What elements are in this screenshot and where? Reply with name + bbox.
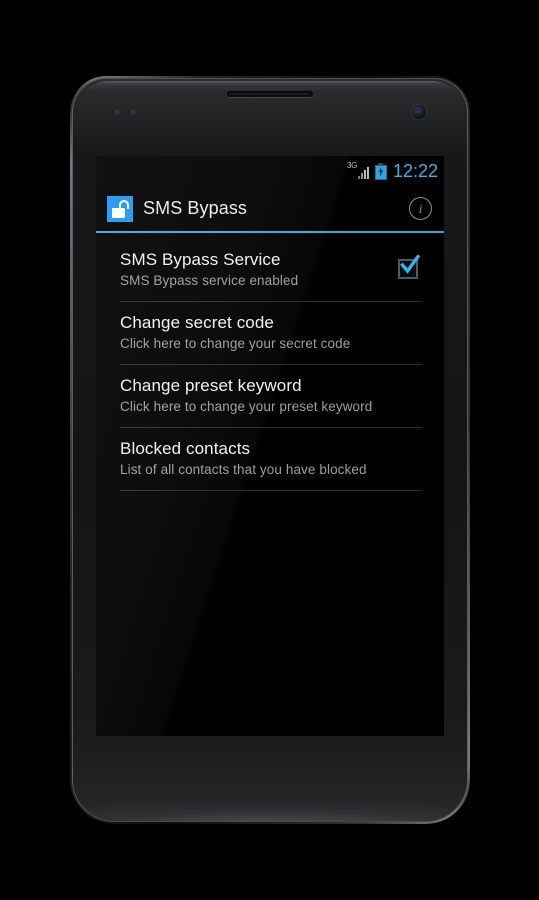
list-item-subtitle: Click here to change your secret code	[120, 336, 351, 351]
list-item-texts: SMS Bypass Service SMS Bypass service en…	[120, 249, 386, 290]
list-item-texts: Change secret code Click here to change …	[120, 312, 430, 353]
front-camera-icon	[412, 105, 426, 119]
phone-bottom-highlight	[74, 781, 466, 821]
list-divider	[120, 490, 422, 491]
list-item-title: SMS Bypass Service	[120, 250, 281, 269]
phone-bottom-bezel	[73, 736, 467, 821]
status-bar: 3G 12:22	[96, 156, 444, 186]
list-item[interactable]: SMS Bypass Service SMS Bypass service en…	[96, 239, 444, 301]
list-item-title: Blocked contacts	[120, 439, 251, 458]
proximity-sensor-icon	[114, 109, 142, 117]
list-item-subtitle: SMS Bypass service enabled	[120, 273, 299, 288]
list-item[interactable]: Change preset keyword Click here to chan…	[96, 365, 444, 427]
list-item[interactable]: Change secret code Click here to change …	[96, 302, 444, 364]
signal-bars-icon: 3G	[347, 162, 369, 180]
app-title: SMS Bypass	[143, 198, 248, 218]
checkmark-icon	[400, 254, 420, 275]
status-bar-clock: 12:22	[392, 161, 438, 181]
list-item-texts: Change preset keyword Click here to chan…	[120, 375, 430, 416]
battery-charging-icon	[374, 162, 387, 180]
status-bar-right: 3G 12:22	[347, 161, 438, 181]
earpiece-speaker-icon	[227, 91, 313, 97]
list-item-subtitle: Click here to change your preset keyword	[120, 399, 373, 414]
action-bar: SMS Bypass i	[96, 186, 444, 231]
signal-bars-glyph	[357, 167, 369, 179]
info-circle-icon[interactable]: i	[409, 197, 432, 220]
open-padlock-icon	[107, 195, 133, 222]
phone-screen: 3G 12:22 SMS Bypass i SMS Bypass Service…	[96, 156, 444, 736]
list-item-subtitle: List of all contacts that you have block…	[120, 462, 367, 477]
list-item[interactable]: Blocked contacts List of all contacts th…	[96, 428, 444, 490]
service-enabled-checkbox[interactable]	[398, 254, 420, 281]
network-type-label: 3G	[346, 161, 358, 170]
list-item-title: Change secret code	[120, 313, 274, 332]
phone-device: 3G 12:22 SMS Bypass i SMS Bypass Service…	[70, 76, 470, 824]
settings-list: SMS Bypass Service SMS Bypass service en…	[96, 233, 444, 491]
list-item-texts: Blocked contacts List of all contacts th…	[120, 438, 430, 479]
list-item-title: Change preset keyword	[120, 376, 302, 395]
